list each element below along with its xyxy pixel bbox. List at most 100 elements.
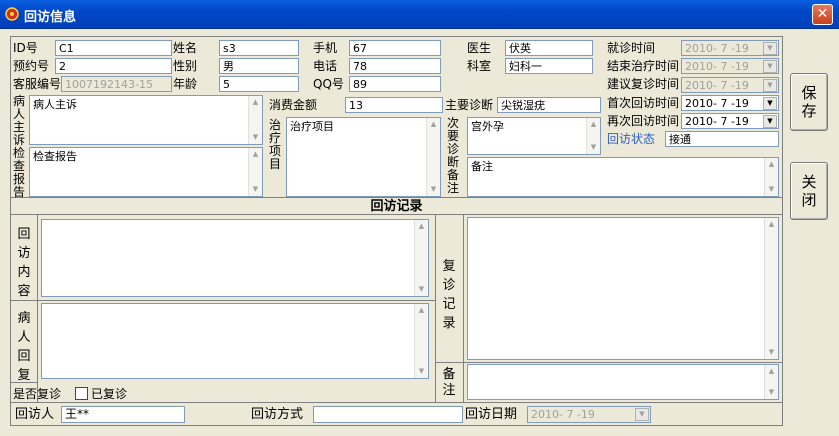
scrollbar[interactable]: ▲ ▼ — [426, 118, 440, 196]
chevron-down-icon: ▼ — [763, 42, 777, 55]
remark-text: 备注 — [471, 160, 493, 173]
chevron-down-icon: ▼ — [763, 79, 777, 92]
age-label: 年龄 — [173, 77, 198, 91]
age-field[interactable]: 5 — [219, 76, 299, 92]
divider — [435, 362, 782, 363]
chief-complaint-textarea[interactable]: 病人主诉 ▲ ▼ — [29, 95, 263, 145]
treatment-textarea[interactable]: 治疗项目 ▲ ▼ — [286, 117, 441, 197]
followup-status-field[interactable]: 接通 — [665, 131, 779, 147]
revisit-record-label: 复诊记录 — [442, 259, 456, 331]
save-button-label: 保存 — [801, 84, 817, 120]
scroll-down-icon[interactable]: ▼ — [249, 131, 262, 144]
scrollbar[interactable]: ▲ ▼ — [414, 220, 428, 296]
first-followup-picker[interactable]: 2010- 7 -19 ▼ — [681, 95, 779, 111]
scroll-up-icon[interactable]: ▲ — [415, 220, 428, 233]
appointment-field[interactable]: 2 — [55, 58, 172, 74]
revisit-record-textarea[interactable]: ▲ ▼ — [467, 217, 779, 360]
scroll-up-icon[interactable]: ▲ — [765, 218, 778, 231]
customer-no-field: 1007192143-15 — [61, 76, 172, 92]
phone-field[interactable]: 78 — [349, 58, 441, 74]
suggest-revisit-label: 建议复诊时间 — [607, 77, 680, 91]
name-field[interactable]: s3 — [219, 40, 299, 56]
qq-field[interactable]: 89 — [349, 76, 441, 92]
remark-label: 备注 — [446, 168, 459, 195]
scroll-up-icon[interactable]: ▲ — [415, 304, 428, 317]
exam-report-textarea[interactable]: 检查报告 ▲ ▼ — [29, 147, 263, 197]
gender-field[interactable]: 男 — [219, 58, 299, 74]
visit-time-label: 就诊时间 — [607, 41, 656, 55]
followup-record-header: 回访记录 — [370, 199, 423, 214]
title-bar: 回访信息 ✕ — [0, 0, 839, 29]
secondary-diagnosis-textarea[interactable]: 宫外孕 ▲ ▼ — [467, 117, 601, 155]
revisited-checkbox[interactable] — [75, 387, 88, 400]
remark-textarea[interactable]: 备注 ▲ ▼ — [467, 157, 779, 197]
followup-date-label: 回访日期 — [465, 407, 518, 422]
exam-report-label: 检查报告 — [12, 146, 25, 199]
window-close-button[interactable]: ✕ — [812, 4, 833, 25]
qq-label: QQ号 — [313, 77, 344, 91]
scroll-up-icon[interactable]: ▲ — [249, 96, 262, 109]
chevron-down-icon: ▼ — [635, 408, 649, 421]
remark2-textarea[interactable]: ▲ ▼ — [467, 364, 779, 400]
first-followup-label: 首次回访时间 — [607, 96, 680, 110]
patient-reply-textarea[interactable]: ▲ ▼ — [41, 303, 429, 379]
secondary-diagnosis-text: 宫外孕 — [471, 120, 504, 133]
mobile-label: 手机 — [313, 41, 338, 55]
second-followup-picker[interactable]: 2010- 7 -19 ▼ — [681, 113, 779, 129]
followup-content-textarea[interactable]: ▲ ▼ — [41, 219, 429, 297]
doctor-field[interactable]: 伏英 — [505, 40, 593, 56]
scrollbar[interactable]: ▲ ▼ — [764, 365, 778, 399]
treatment-label: 治疗项目 — [268, 118, 281, 171]
scrollbar[interactable]: ▲ ▼ — [248, 148, 262, 196]
revisited-label: 已复诊 — [91, 387, 128, 401]
end-treatment-picker: 2010- 7 -19 ▼ — [681, 58, 779, 74]
consumption-field[interactable]: 13 — [345, 97, 443, 113]
scrollbar[interactable]: ▲ ▼ — [764, 158, 778, 196]
scroll-up-icon[interactable]: ▲ — [249, 148, 262, 161]
first-followup-value: 2010- 7 -19 — [685, 97, 749, 110]
divider — [11, 197, 782, 198]
followup-method-field[interactable] — [313, 406, 463, 423]
doctor-label: 医生 — [467, 41, 492, 55]
department-field[interactable]: 妇科一 — [505, 58, 593, 74]
main-diagnosis-label: 主要诊断 — [445, 98, 494, 112]
visitor-field[interactable]: 王** — [61, 406, 185, 423]
scroll-down-icon[interactable]: ▼ — [427, 183, 440, 196]
form-panel: ID号 C1 预约号 2 客服编号 1007192143-15 姓名 s3 性别… — [10, 36, 783, 426]
followup-date-picker: 2010- 7 -19 ▼ — [527, 406, 651, 423]
divider — [463, 214, 464, 402]
close-button[interactable]: 关闭 — [790, 162, 828, 220]
scrollbar[interactable]: ▲ ▼ — [586, 118, 600, 154]
main-diagnosis-field[interactable]: 尖锐湿疣 — [497, 97, 601, 113]
scroll-down-icon[interactable]: ▼ — [249, 183, 262, 196]
scroll-down-icon[interactable]: ▼ — [765, 386, 778, 399]
scroll-down-icon[interactable]: ▼ — [415, 283, 428, 296]
revisited-question-label: 是否复诊 — [13, 387, 62, 401]
id-field[interactable]: C1 — [55, 40, 172, 56]
scrollbar[interactable]: ▲ ▼ — [764, 218, 778, 359]
scroll-up-icon[interactable]: ▲ — [765, 158, 778, 171]
scroll-down-icon[interactable]: ▼ — [765, 346, 778, 359]
chevron-down-icon[interactable]: ▼ — [763, 115, 777, 128]
end-treatment-label: 结束治疗时间 — [607, 59, 680, 73]
scroll-down-icon[interactable]: ▼ — [765, 183, 778, 196]
scrollbar[interactable]: ▲ ▼ — [248, 96, 262, 144]
scroll-up-icon[interactable]: ▲ — [427, 118, 440, 131]
divider — [11, 300, 435, 301]
followup-content-label: 回访内容 — [17, 227, 31, 299]
name-label: 姓名 — [173, 41, 198, 55]
followup-method-label: 回访方式 — [251, 407, 304, 422]
scroll-up-icon[interactable]: ▲ — [765, 365, 778, 378]
scroll-down-icon[interactable]: ▼ — [587, 141, 600, 154]
appointment-label: 预约号 — [13, 59, 50, 73]
chevron-down-icon[interactable]: ▼ — [763, 97, 777, 110]
id-label: ID号 — [13, 41, 38, 55]
followup-status-label: 回访状态 — [607, 132, 656, 146]
save-button[interactable]: 保存 — [790, 73, 828, 131]
window-title: 回访信息 — [24, 10, 77, 25]
scrollbar[interactable]: ▲ ▼ — [414, 304, 428, 378]
scroll-down-icon[interactable]: ▼ — [415, 365, 428, 378]
scroll-up-icon[interactable]: ▲ — [587, 118, 600, 131]
mobile-field[interactable]: 67 — [349, 40, 441, 56]
divider — [11, 402, 782, 403]
